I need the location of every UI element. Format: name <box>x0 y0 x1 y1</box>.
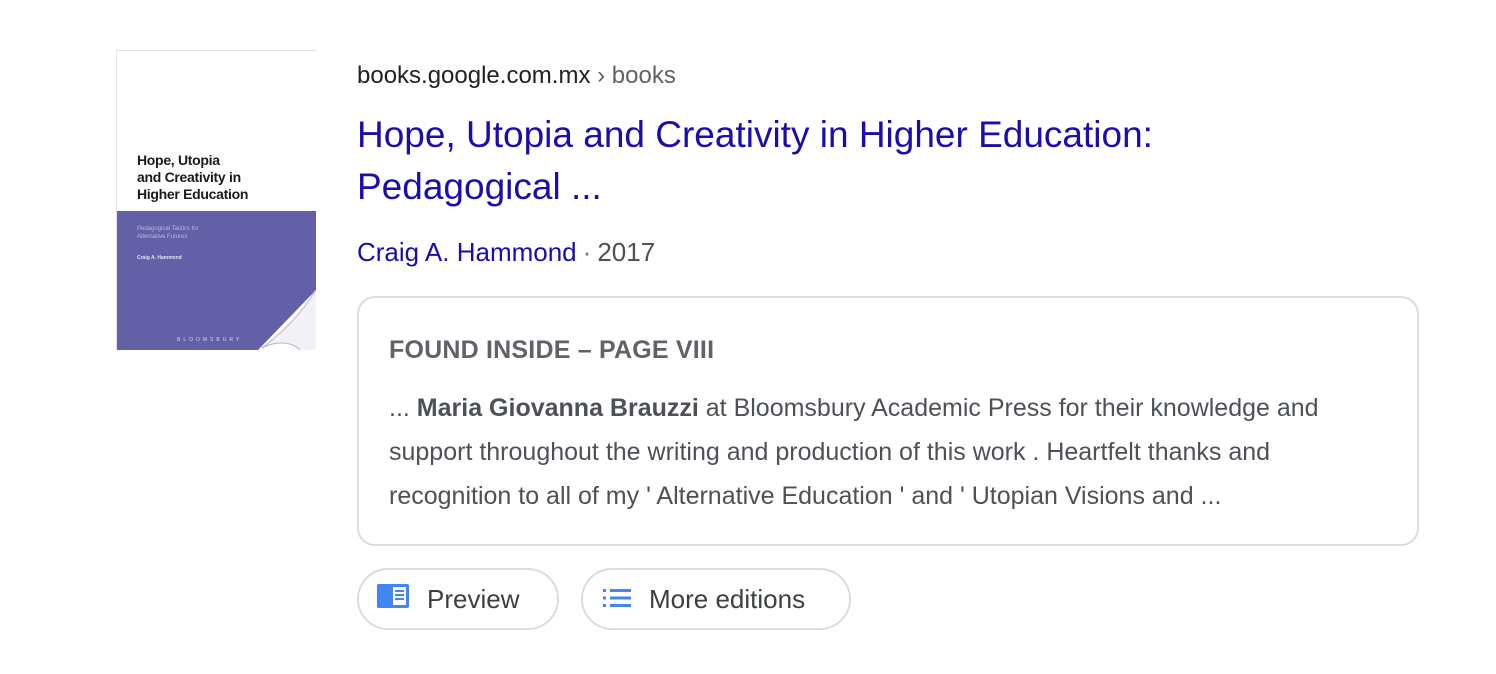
result-byline: Craig A. Hammond · 2017 <box>357 236 655 268</box>
cover-publisher: BLOOMSBURY <box>177 337 243 343</box>
book-cover-image[interactable]: Hope, Utopia and Creativity in Higher Ed… <box>116 50 316 350</box>
cover-title: Hope, Utopia and Creativity in Higher Ed… <box>137 152 249 202</box>
book-preview-icon <box>377 583 409 615</box>
publication-year: 2017 <box>597 237 656 267</box>
preview-button[interactable]: Preview <box>357 568 559 630</box>
found-inside-heading: FOUND INSIDE – PAGE VIII <box>389 336 715 364</box>
breadcrumb-domain: books.google.com.mx <box>357 62 591 89</box>
breadcrumb-path: books <box>611 62 676 89</box>
preview-button-label: Preview <box>427 583 520 614</box>
more-editions-button[interactable]: More editions <box>581 568 851 630</box>
author-link[interactable]: Craig A. Hammond <box>357 237 577 267</box>
breadcrumb-separator: › <box>597 62 606 89</box>
book-search-result: Hope, Utopia and Creativity in Higher Ed… <box>0 0 1496 674</box>
cover-author: Craig A. Hammond <box>137 255 182 261</box>
byline-separator: · <box>582 237 592 267</box>
page-curl-icon <box>258 290 316 350</box>
result-breadcrumb[interactable]: books.google.com.mx › books <box>357 61 676 91</box>
result-title-link[interactable]: Hope, Utopia and Creativity in Higher Ed… <box>357 109 1257 213</box>
more-editions-button-label: More editions <box>649 583 806 614</box>
cover-subtitle: Pedagogical Tactics for Alternative Futu… <box>137 226 199 240</box>
snippet-highlight: Maria Giovanna Brauzzi <box>416 394 699 422</box>
snippet-prefix: ... <box>389 394 417 422</box>
list-icon <box>603 584 631 615</box>
found-inside-snippet: ... Maria Giovanna Brauzzi at Bloomsbury… <box>389 386 1399 518</box>
found-inside-card[interactable]: FOUND INSIDE – PAGE VIII ... Maria Giova… <box>357 296 1419 546</box>
